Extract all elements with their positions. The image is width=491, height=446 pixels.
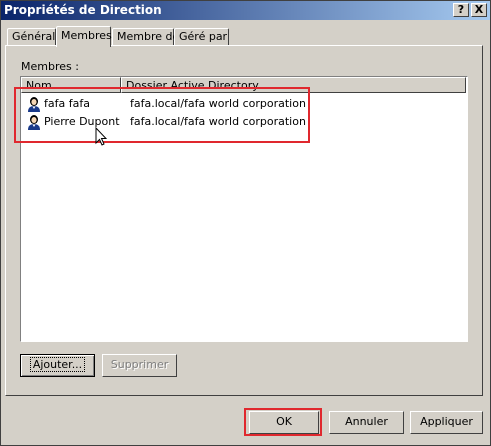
window-title: Propriétés de Direction xyxy=(4,3,162,17)
members-highlight-box xyxy=(14,87,310,143)
remove-button[interactable]: Supprimer xyxy=(102,354,177,377)
tab-managed-by[interactable]: Géré par xyxy=(174,28,229,45)
close-button[interactable]: X xyxy=(471,3,487,17)
members-label: Membres : xyxy=(21,60,79,73)
tab-general[interactable]: Général xyxy=(7,28,56,45)
tab-general-label: Général xyxy=(12,30,56,43)
tab-member-of[interactable]: Membre de xyxy=(112,28,179,45)
add-button[interactable]: Ajouter... xyxy=(20,354,95,377)
tab-member-of-label: Membre de xyxy=(117,30,180,43)
cancel-button[interactable]: Annuler xyxy=(329,411,404,434)
ok-highlight-box xyxy=(244,408,322,436)
mouse-cursor-icon xyxy=(95,127,107,146)
add-button-label: Ajouter... xyxy=(29,357,86,372)
title-bar[interactable]: Propriétés de Direction ? X xyxy=(1,1,490,20)
help-button[interactable]: ? xyxy=(453,3,469,17)
tab-members[interactable]: Membres xyxy=(56,26,112,47)
tab-members-label: Membres xyxy=(61,29,112,42)
apply-button[interactable]: Appliquer xyxy=(410,411,483,434)
tab-managed-by-label: Géré par xyxy=(179,30,228,43)
